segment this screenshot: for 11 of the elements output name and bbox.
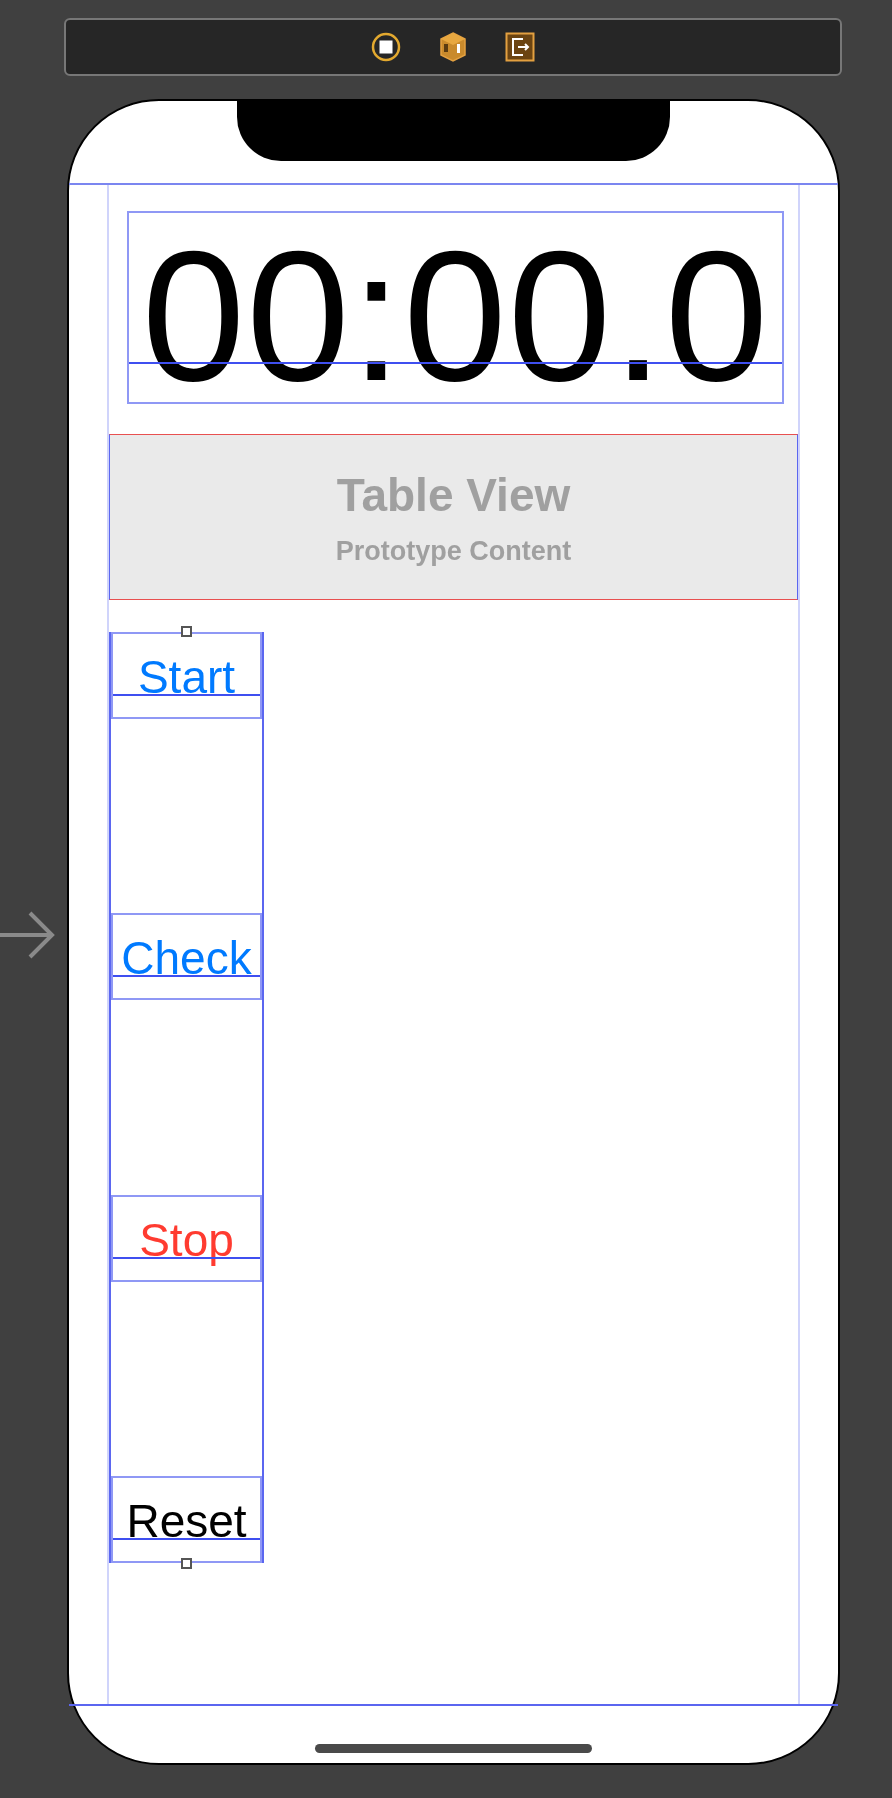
table-title: Table View (336, 467, 571, 522)
text-button[interactable]: Start (111, 632, 262, 719)
table-subtitle: Prototype Content (335, 535, 572, 567)
text-button[interactable]: Stop (111, 1194, 262, 1282)
text-button[interactable]: Check (111, 913, 262, 1001)
resize-handle[interactable] (181, 626, 192, 637)
stop-icon[interactable] (371, 32, 401, 62)
text-button[interactable]: Reset (111, 1476, 262, 1563)
cube-icon[interactable] (439, 31, 467, 63)
resize-handle[interactable] (181, 1558, 192, 1569)
exit-icon[interactable] (505, 32, 535, 62)
